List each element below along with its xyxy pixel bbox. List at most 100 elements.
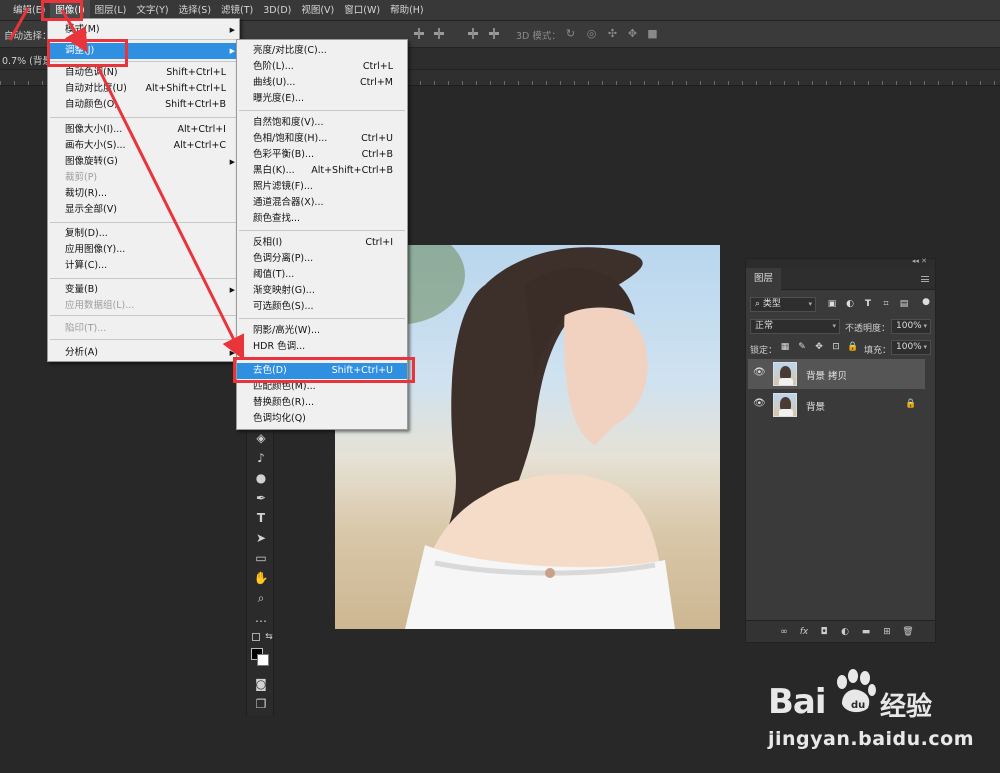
slide-3d-icon[interactable]: ✥: [626, 27, 639, 40]
filter-type-icon[interactable]: T: [862, 298, 874, 310]
zoom-icon[interactable]: ⌕: [253, 590, 269, 606]
rotate-3d-icon[interactable]: ↻: [564, 27, 577, 40]
auto-select-label[interactable]: 自动选择：: [4, 28, 52, 42]
filter-shape-icon[interactable]: ⌗: [880, 298, 892, 310]
lock-image-icon[interactable]: ✎: [796, 341, 808, 353]
adjust-menu-item[interactable]: 曲线(U)... Ctrl+M: [237, 75, 407, 91]
menu-item-label: 阴影/高光(W)...: [253, 325, 321, 336]
menu-view[interactable]: 视图(V): [296, 0, 339, 21]
layer-row[interactable]: 👁 背景 🔒: [748, 390, 925, 420]
image-menu-item[interactable]: 图像旋转(G) ▶: [48, 154, 239, 170]
image-menu-item[interactable]: 复制(D)...: [48, 226, 239, 242]
image-menu-item[interactable]: 显示全部(V): [48, 202, 239, 218]
fill-input[interactable]: 100% ▾: [891, 340, 931, 355]
adjust-menu-item[interactable]: 颜色查找...: [237, 211, 407, 227]
lock-all-icon[interactable]: 🔒: [847, 341, 859, 353]
swap-colors-icon[interactable]: ⇆: [261, 629, 277, 645]
adjust-menu-item[interactable]: 色阶(L)... Ctrl+L: [237, 59, 407, 75]
quick-mask-icon[interactable]: ◙: [253, 676, 269, 692]
menu-item-label: 色相/饱和度(H)...: [253, 133, 328, 144]
menu-help[interactable]: 帮助(H): [385, 0, 429, 21]
adjust-menu-item[interactable]: 替换颜色(R)...: [237, 395, 407, 411]
path-select-icon[interactable]: ➤: [253, 530, 269, 546]
image-menu-item[interactable]: 裁切(R)...: [48, 186, 239, 202]
adjust-menu-item[interactable]: 色相/饱和度(H)... Ctrl+U: [237, 131, 407, 147]
adjust-menu-item[interactable]: 色彩平衡(B)... Ctrl+B: [237, 147, 407, 163]
adjust-menu-item[interactable]: 阈值(T)...: [237, 267, 407, 283]
roll-3d-icon[interactable]: ◎: [585, 27, 598, 40]
image-menu-item[interactable]: 自动色调(N) Shift+Ctrl+L: [48, 65, 239, 81]
delete-layer-icon[interactable]: 🗑: [902, 626, 914, 638]
more-tools-icon[interactable]: …: [253, 610, 269, 626]
tab-layers[interactable]: 图层: [746, 268, 782, 290]
image-menu-item[interactable]: 自动颜色(O) Shift+Ctrl+B: [48, 97, 239, 113]
align-icon[interactable]: [412, 27, 426, 40]
image-menu-item[interactable]: 自动对比度(U) Alt+Shift+Ctrl+L: [48, 81, 239, 97]
hand-icon[interactable]: ✋: [253, 570, 269, 586]
image-menu-item[interactable]: 分析(A) ▶: [48, 345, 239, 361]
opacity-input[interactable]: 100% ▾: [891, 319, 931, 334]
rectangle-icon[interactable]: ▭: [253, 550, 269, 566]
adjust-menu-item[interactable]: 通道混合器(X)...: [237, 195, 407, 211]
image-menu-item: 应用数据组(L)...: [48, 298, 239, 314]
menu-3d[interactable]: 3D(D): [258, 0, 296, 21]
adjust-menu-item[interactable]: HDR 色调...: [237, 339, 407, 355]
adjust-menu-item[interactable]: 亮度/对比度(C)...: [237, 43, 407, 59]
panel-menu-icon[interactable]: [921, 276, 929, 282]
image-menu-item[interactable]: 变量(B) ▶: [48, 282, 239, 298]
default-colors-icon[interactable]: [252, 633, 260, 641]
drag-3d-icon[interactable]: ✣: [606, 27, 619, 40]
smudge-icon[interactable]: ♪: [253, 450, 269, 466]
menu-item-shortcut: Alt+Ctrl+C: [173, 140, 226, 151]
paint-bucket-icon[interactable]: ◈: [253, 430, 269, 446]
align-icon[interactable]: [432, 27, 446, 40]
layer-row[interactable]: 👁 背景 拷贝: [748, 359, 925, 389]
add-mask-icon[interactable]: ◘: [818, 626, 830, 638]
menu-item-shortcut: Ctrl+L: [362, 61, 393, 72]
filter-smart-icon[interactable]: ▤: [898, 298, 910, 310]
adjustment-layer-icon[interactable]: ◐: [839, 626, 851, 638]
image-menu-item[interactable]: 图像大小(I)... Alt+Ctrl+I: [48, 122, 239, 138]
new-layer-icon[interactable]: ⊞: [881, 626, 893, 638]
collapse-icon[interactable]: ◂◂ ✕: [912, 257, 927, 265]
menu-item-label: 图像旋转(G): [65, 156, 118, 167]
adjust-menu-item[interactable]: 色调分离(P)...: [237, 251, 407, 267]
adjust-menu-item[interactable]: 可选颜色(S)...: [237, 299, 407, 315]
adjust-menu-item[interactable]: 自然饱和度(V)...: [237, 115, 407, 131]
adjust-menu-item[interactable]: 照片滤镜(F)...: [237, 179, 407, 195]
image-menu-item[interactable]: 计算(C)...: [48, 258, 239, 274]
blend-mode-select[interactable]: 正常 ▾: [750, 319, 840, 334]
image-menu-item[interactable]: 模式(M) ▶: [48, 22, 239, 38]
align-icon[interactable]: [466, 27, 480, 40]
pen-icon[interactable]: ✒: [253, 490, 269, 506]
adjust-menu-item[interactable]: 阴影/高光(W)...: [237, 323, 407, 339]
filter-kind-select[interactable]: ⌕ 类型 ▾: [750, 297, 816, 312]
new-group-icon[interactable]: ▬: [860, 626, 872, 638]
adjust-menu-item[interactable]: 曝光度(E)...: [237, 91, 407, 107]
dodge-icon[interactable]: ●: [253, 470, 269, 486]
menu-window[interactable]: 窗口(W): [339, 0, 385, 21]
type-tool-icon[interactable]: T: [253, 510, 269, 526]
filter-toggle-icon[interactable]: ●: [920, 296, 932, 308]
screen-mode-icon[interactable]: ❐: [253, 696, 269, 712]
fx-icon[interactable]: fx: [798, 626, 810, 638]
lock-transparent-icon[interactable]: ▦: [779, 341, 791, 353]
image-menu-item[interactable]: 画布大小(S)... Alt+Ctrl+C: [48, 138, 239, 154]
visibility-eye-icon[interactable]: 👁: [753, 398, 766, 410]
adjust-menu-item[interactable]: 反相(I) Ctrl+I: [237, 235, 407, 251]
menu-item-label: 自然饱和度(V)...: [253, 117, 324, 128]
camera-3d-icon[interactable]: ■: [646, 27, 659, 40]
adjust-menu-item[interactable]: 渐变映射(G)...: [237, 283, 407, 299]
link-layers-icon[interactable]: ∞: [778, 626, 790, 638]
background-color-swatch[interactable]: [257, 654, 269, 666]
image-menu-item[interactable]: 应用图像(Y)...: [48, 242, 239, 258]
adjust-menu-item[interactable]: 色调均化(Q): [237, 411, 407, 427]
panel-collapse-bar[interactable]: ◂◂ ✕: [746, 257, 935, 268]
visibility-eye-icon[interactable]: 👁: [753, 367, 766, 379]
lock-artboard-icon[interactable]: ⊡: [830, 341, 842, 353]
filter-pixel-icon[interactable]: ▣: [826, 298, 838, 310]
align-icon[interactable]: [487, 27, 501, 40]
lock-position-icon[interactable]: ✥: [813, 341, 825, 353]
adjust-menu-item[interactable]: 黑白(K)... Alt+Shift+Ctrl+B: [237, 163, 407, 179]
filter-adjust-icon[interactable]: ◐: [844, 298, 856, 310]
